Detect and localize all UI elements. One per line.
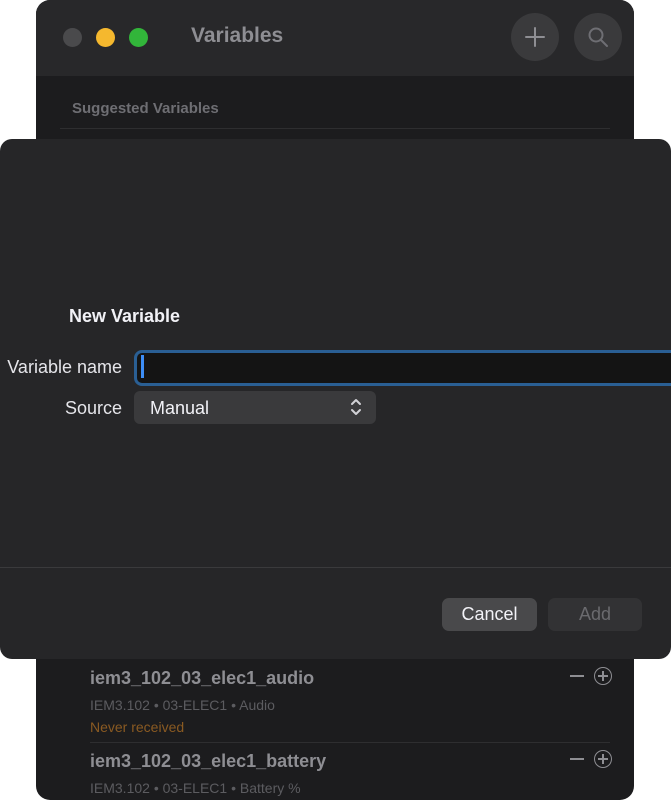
add-circle-icon[interactable] — [594, 667, 612, 685]
close-window-button[interactable] — [63, 28, 82, 47]
window-title: Variables — [191, 24, 284, 47]
title-bar: Variables — [36, 0, 634, 76]
sheet-title: New Variable — [69, 306, 181, 326]
minimize-window-button[interactable] — [96, 28, 115, 47]
text-caret — [141, 355, 144, 378]
item-actions — [570, 667, 612, 685]
list-divider — [90, 742, 610, 743]
magnifier-icon — [588, 27, 608, 47]
suggested-variables-header: Suggested Variables — [72, 100, 219, 117]
header-divider — [60, 128, 610, 129]
cancel-button[interactable]: Cancel — [442, 598, 537, 631]
variable-name: iem3_102_03_elec1_audio — [90, 668, 315, 688]
list-item[interactable]: iem3_102_03_elec1_audio IEM3.102 • 03-EL… — [90, 668, 610, 735]
remove-icon[interactable] — [570, 675, 584, 677]
source-select[interactable]: Manual — [134, 391, 376, 424]
variable-meta: IEM3.102 • 03-ELEC1 • Audio — [90, 697, 275, 713]
variable-status: Never received — [90, 719, 185, 735]
source-label: Source — [64, 398, 122, 418]
remove-icon[interactable] — [570, 758, 584, 760]
list-item[interactable]: iem3_102_03_elec1_battery IEM3.102 • 03-… — [90, 751, 610, 796]
chevron-up-down-icon — [351, 399, 361, 415]
new-variable-sheet: New Variable Variable name Source Manual… — [0, 139, 671, 659]
sheet-divider — [0, 567, 671, 568]
add-button[interactable]: Add — [548, 598, 642, 631]
source-selected-value: Manual — [150, 398, 210, 418]
add-circle-icon[interactable] — [594, 750, 612, 768]
variable-name-label: Variable name — [7, 357, 122, 377]
item-actions — [570, 750, 612, 768]
search-button[interactable] — [574, 13, 622, 61]
maximize-window-button[interactable] — [129, 28, 148, 47]
variable-name-input[interactable] — [134, 350, 671, 386]
variable-name: iem3_102_03_elec1_battery — [90, 751, 327, 771]
add-variable-button[interactable] — [511, 13, 559, 61]
plus-icon — [525, 27, 545, 47]
variable-meta: IEM3.102 • 03-ELEC1 • Battery % — [90, 780, 301, 796]
